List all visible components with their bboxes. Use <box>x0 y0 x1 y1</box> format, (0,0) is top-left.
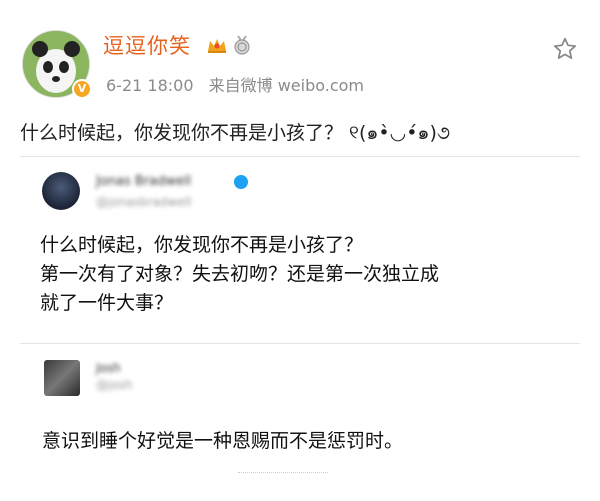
author-name[interactable]: 逗逗你笑 <box>103 30 191 60</box>
quote-author-name: Josh <box>96 361 121 375</box>
star-icon[interactable] <box>552 36 578 62</box>
quote-text-line: 就了一件大事？ <box>40 292 174 314</box>
quote-author-name: Jonas Bradwell <box>96 174 192 189</box>
quote-text: 什么时候起，你发现你不再是小孩了？ 第一次有了对象？失去初吻？还是第一次独立成 … <box>40 231 439 318</box>
divider <box>238 472 328 479</box>
quote-text-line: 第一次有了对象？失去初吻？还是第一次独立成 <box>40 263 440 285</box>
crown-icon <box>208 39 226 53</box>
post-meta: 6-21 18:00 来自微博 weibo.com <box>106 72 374 96</box>
quote-text: 意识到睡个好觉是一种恩赐而不是惩罚时。 <box>42 430 404 452</box>
quoted-tweet-1: Jonas Bradwell @jonasbradwell 什么时候起，你发现你… <box>20 156 580 344</box>
post-time: 6-21 18:00 <box>106 76 194 95</box>
quote-author-handle: @josh <box>96 378 133 392</box>
quote-author-handle: @jonasbradwell <box>96 195 192 209</box>
quote-text-line: 什么时候起，你发现你不再是小孩了？ <box>40 234 364 256</box>
quote-avatar <box>42 172 80 210</box>
quoted-tweet-2: Josh @josh 意识到睡个好觉是一种恩赐而不是惩罚时。 <box>20 342 580 492</box>
verified-icon <box>234 175 248 189</box>
medal-icon <box>234 35 250 55</box>
post-source[interactable]: 来自微博 weibo.com <box>209 76 364 95</box>
quote-avatar <box>44 360 80 396</box>
post-text: 什么时候起，你发现你不再是小孩了？ ୧(๑•̀◡•́๑)૭ <box>20 122 451 144</box>
verified-icon: V <box>72 79 92 99</box>
